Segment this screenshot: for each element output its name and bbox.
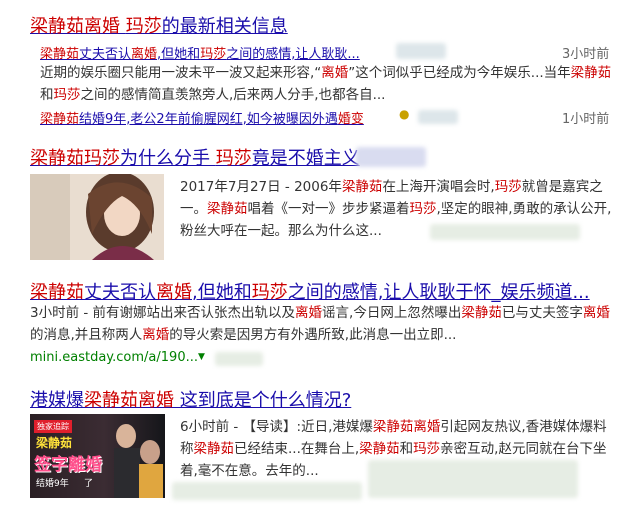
text-run: 之间的感情,让人耿耿... bbox=[226, 47, 360, 62]
result-3-url[interactable]: mini.eastday.com/a/190... bbox=[30, 350, 198, 365]
text-run: 已经结束...在舞台上, bbox=[234, 441, 360, 457]
highlighted-term: 梁静茹 bbox=[570, 65, 612, 81]
text-run: ”这个词似乎已经成为今年娱乐...当年 bbox=[348, 65, 571, 81]
highlighted-term: 梁静茹 bbox=[359, 441, 400, 457]
highlighted-term: 离婚 bbox=[156, 282, 192, 303]
highlighted-term: 离婚 bbox=[295, 305, 323, 321]
highlighted-term: 梁静茹 bbox=[341, 179, 383, 195]
text-run: 和 bbox=[399, 441, 414, 457]
result-3-snippet: 3小时前 - 前有谢娜站出来否认张杰出轨以及离婚谣言,今日网上忽然曝出梁静茹已与… bbox=[30, 302, 618, 346]
result-1-sub-1-link[interactable]: 梁静茹丈夫否认离婚,但她和玛莎之间的感情,让人耿耿... bbox=[40, 43, 360, 62]
text-run: 6小时前 - 【导读】:近日,港媒爆 bbox=[180, 419, 373, 435]
result-1-sub-1-snippet: 近期的娱乐圈只能用一波未平一波又起来形容,“离婚”这个词似乎已经成为今年娱乐..… bbox=[40, 62, 615, 106]
text-run: 的导火索是因男方有外遇所致,此消息一出立即... bbox=[169, 327, 457, 343]
highlighted-term: 玛莎 bbox=[84, 148, 120, 169]
text-run: 丈夫否认 bbox=[79, 47, 132, 62]
text-run: 的消息,并且称两人 bbox=[30, 327, 143, 343]
highlighted-term: 梁静茹离婚 bbox=[30, 16, 120, 37]
chevron-down-icon[interactable]: ▼ bbox=[198, 352, 205, 362]
highlighted-term: 梁静茹离婚 bbox=[84, 390, 174, 411]
highlighted-term: 玛莎 bbox=[251, 282, 288, 303]
people-image bbox=[114, 424, 163, 498]
highlighted-term: 梁静茹 bbox=[40, 47, 80, 62]
highlighted-term: 玛莎 bbox=[409, 201, 437, 217]
text-run: 已与丈夫签字 bbox=[501, 305, 583, 321]
text-run: 近期的娱乐圈只能用一波未平一波又起来形容,“ bbox=[40, 65, 322, 81]
text-run: 之间的感情,让人耿耿于怀_娱乐频道... bbox=[287, 282, 590, 303]
highlighted-term: 梁静茹 bbox=[30, 148, 84, 169]
highlighted-term: 玛莎 bbox=[215, 148, 252, 169]
highlighted-term: 梁静茹 bbox=[193, 441, 235, 457]
text-run: 唱着《一对一》步步紧逼着 bbox=[247, 201, 410, 217]
result-4-thumbnail[interactable]: 独家追踪 梁静茹 签字離婚 结婚9年 了 bbox=[30, 414, 165, 498]
text-run: 港媒爆 bbox=[30, 390, 84, 411]
portrait-image bbox=[30, 174, 164, 260]
text-run: 3小时前 - 前有谢娜站出来否认张杰出轨以及 bbox=[30, 305, 296, 321]
result-1-title[interactable]: 梁静茹离婚 玛莎的最新相关信息 bbox=[30, 12, 288, 38]
result-1-sub-1-time: 3小时前 bbox=[562, 47, 610, 62]
thumb-text-line3: 结婚9年 bbox=[36, 479, 69, 489]
highlighted-term: 玛莎 bbox=[200, 47, 227, 62]
text-run: 结婚9年,老公2年前偷腥网红,如今被曝因外遇 bbox=[79, 112, 338, 127]
highlighted-term: 离婚 bbox=[321, 65, 349, 81]
text-run: 丈夫否认 bbox=[84, 282, 156, 303]
highlighted-term: 梁静茹 bbox=[30, 282, 84, 303]
blurred-region bbox=[430, 224, 580, 240]
highlighted-term: 梁静茹 bbox=[207, 201, 248, 217]
blurred-region bbox=[396, 43, 446, 59]
text-run: ,但她和 bbox=[157, 47, 201, 62]
highlighted-term: 梁静茹 bbox=[40, 112, 80, 127]
text-run: 之间的感情简直羡煞旁人,后来两人分手,也都各自... bbox=[80, 87, 386, 103]
bulb-icon: ● bbox=[399, 107, 410, 121]
blurred-region bbox=[418, 110, 458, 124]
text-run: 在上海开演唱会时, bbox=[382, 179, 495, 195]
highlighted-term: 玛莎 bbox=[53, 87, 81, 103]
blurred-region bbox=[356, 147, 426, 167]
thumb-text-line2: 签字離婚 bbox=[34, 455, 102, 475]
text-run: 竟是不婚主义 bbox=[251, 148, 360, 169]
highlighted-term: 梁静茹 bbox=[461, 305, 502, 321]
thumb-tag: 了 bbox=[84, 479, 94, 489]
text-run: ,但她和 bbox=[192, 282, 252, 303]
text-run: 和 bbox=[40, 87, 54, 103]
blurred-region bbox=[368, 460, 578, 498]
thumb-text-line1: 梁静茹 bbox=[36, 436, 73, 450]
blurred-region bbox=[215, 352, 263, 366]
result-1-sub-2-time: 1小时前 bbox=[562, 112, 610, 127]
text-run: 这到底是个什么情况? bbox=[174, 390, 352, 411]
highlighted-term: 离婚 bbox=[142, 327, 170, 343]
highlighted-term: 玛莎 bbox=[494, 179, 522, 195]
thumb-badge: 独家追踪 bbox=[34, 420, 72, 433]
highlighted-term: 离婚 bbox=[131, 47, 158, 62]
highlighted-term: 离婚 bbox=[582, 305, 610, 321]
text-run: 2017年7月27日 - 2006年 bbox=[180, 179, 342, 195]
result-4-title[interactable]: 港媒爆梁静茹离婚 这到底是个什么情况? bbox=[30, 386, 351, 412]
highlighted-term: 玛莎 bbox=[125, 16, 162, 37]
result-1-sub-2-link[interactable]: 梁静茹结婚9年,老公2年前偷腥网红,如今被曝因外遇婚变 bbox=[40, 108, 364, 127]
result-2-thumbnail[interactable] bbox=[30, 174, 164, 260]
highlighted-term: 婚变 bbox=[337, 112, 364, 127]
highlighted-term: 梁静茹离婚 bbox=[372, 419, 441, 435]
text-run: 谣言,今日网上忽然曝出 bbox=[322, 305, 462, 321]
text-run: 为什么分手 bbox=[120, 148, 216, 169]
blurred-region bbox=[172, 482, 362, 500]
highlighted-term: 玛莎 bbox=[413, 441, 441, 457]
result-3-title[interactable]: 梁静茹丈夫否认离婚,但她和玛莎之间的感情,让人耿耿于怀_娱乐频道... bbox=[30, 278, 590, 304]
result-2-title[interactable]: 梁静茹玛莎为什么分手 玛莎竟是不婚主义 bbox=[30, 144, 360, 170]
text-run: 的最新相关信息 bbox=[161, 16, 288, 37]
